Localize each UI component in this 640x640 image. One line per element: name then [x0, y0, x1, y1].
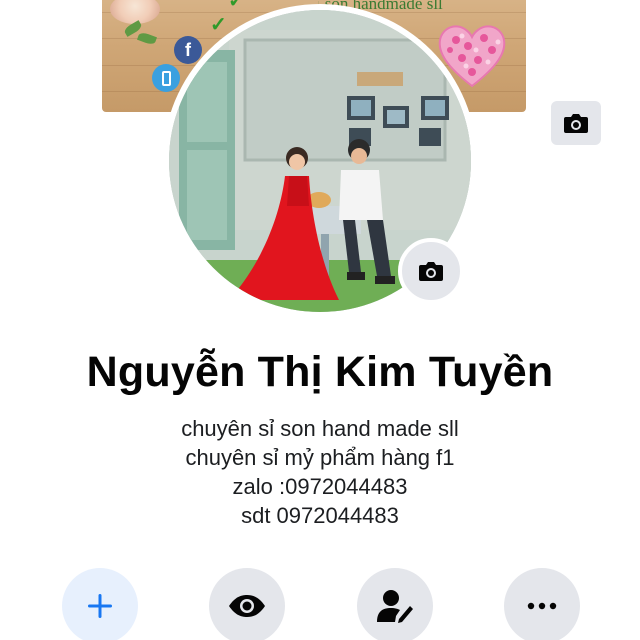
camera-icon — [419, 262, 443, 281]
profile-bio: chuyên sỉ son hand made sll chuyên sỉ mỷ… — [0, 414, 640, 530]
phone-icon — [152, 64, 180, 92]
more-button[interactable] — [504, 568, 580, 640]
cover-camera-button[interactable] — [551, 101, 601, 145]
more-icon — [527, 602, 557, 610]
camera-icon — [564, 114, 588, 133]
add-story-button[interactable] — [62, 568, 138, 640]
person-edit-icon — [377, 590, 413, 623]
check-icon: ✓ — [210, 14, 227, 36]
avatar-camera-button[interactable] — [398, 238, 464, 304]
bio-line: sdt 0972044483 — [241, 503, 399, 528]
rose-decoration — [110, 0, 160, 24]
check-icon: ✓ — [228, 0, 245, 12]
bio-line: chuyên sỉ son hand made sll — [181, 416, 459, 441]
eye-icon — [229, 595, 265, 617]
profile-name: Nguyễn Thị Kim Tuyền — [86, 348, 554, 396]
facebook-icon: f — [174, 36, 202, 64]
view-as-button[interactable] — [209, 568, 285, 640]
bio-line: chuyên sỉ mỷ phẩm hàng f1 — [185, 445, 455, 470]
bio-line: zalo :0972044483 — [232, 474, 408, 499]
plus-icon — [88, 594, 112, 618]
edit-profile-button[interactable] — [357, 568, 433, 640]
leaf-decoration — [137, 31, 157, 46]
